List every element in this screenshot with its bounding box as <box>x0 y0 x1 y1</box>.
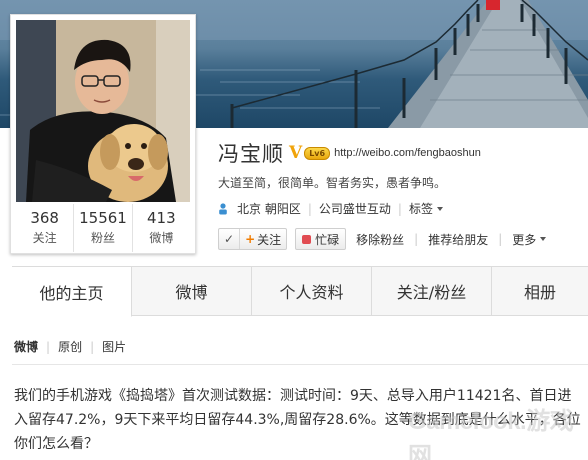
busy-button[interactable]: 忙碌 <box>295 228 347 250</box>
vip-level-badge[interactable]: Lv6 <box>304 146 331 160</box>
filter-all-weibo[interactable]: 微博 <box>14 338 38 355</box>
stat-fans-label: 粉丝 <box>90 231 115 245</box>
tab-follow-fans[interactable]: 关注/粉丝 <box>372 267 492 315</box>
more-label: 更多 <box>512 232 537 247</box>
filter-divider: | <box>46 339 51 354</box>
profile-url-link[interactable]: http://weibo.com/fengbaoshun <box>334 147 481 159</box>
recommend-link[interactable]: 推荐给朋友 <box>428 231 488 248</box>
tab-album[interactable]: 相册 <box>492 267 588 315</box>
busy-status-icon <box>302 234 312 244</box>
verified-icon[interactable]: V <box>289 143 302 163</box>
profile-card: 368 关注 15561 粉丝 413 微博 <box>10 14 196 254</box>
tab-weibo[interactable]: 微博 <box>132 267 252 315</box>
busy-label: 忙碌 <box>315 232 340 247</box>
feed-filter: 微博 | 原创 | 图片 <box>14 338 126 355</box>
avatar-photo <box>16 20 190 202</box>
stat-weibo-label: 微博 <box>149 231 174 245</box>
tags-dropdown[interactable]: 标签 <box>409 200 443 217</box>
post-text: 我们的手机游戏《捣捣塔》首次测试数据：测试时间：9天、总导入用户11421名、首… <box>14 388 581 452</box>
follow-label: 关注 <box>257 232 282 247</box>
remove-fan-link[interactable]: 移除粉丝 <box>356 231 404 248</box>
filter-divider: | <box>90 339 95 354</box>
follow-button[interactable]: + 关注 <box>239 229 286 249</box>
action-divider: | <box>498 232 503 246</box>
chevron-down-icon <box>540 237 547 241</box>
tab-profile-info[interactable]: 个人资料 <box>252 267 372 315</box>
filter-original[interactable]: 原创 <box>58 338 82 355</box>
profile-stats: 368 关注 15561 粉丝 413 微博 <box>16 204 190 252</box>
profile-actions: ✓ + 关注 忙碌 移除粉丝 | 推荐给朋友 | 更多 <box>218 228 547 250</box>
chevron-down-icon <box>436 206 443 211</box>
plus-icon: + <box>245 232 256 246</box>
stat-weibo-count: 413 <box>147 209 176 227</box>
stat-following-label: 关注 <box>32 231 57 245</box>
stat-following[interactable]: 368 关注 <box>16 204 75 252</box>
filter-images[interactable]: 图片 <box>102 338 126 355</box>
stat-fans-count: 15561 <box>79 209 127 227</box>
stat-weibo[interactable]: 413 微博 <box>133 204 190 252</box>
profile-tabs: 他的主页 微博 个人资料 关注/粉丝 相册 <box>12 266 588 317</box>
feed-divider <box>12 364 588 365</box>
map-pin-icon <box>219 202 227 214</box>
more-dropdown[interactable]: 更多 <box>512 231 547 248</box>
profile-name: 冯宝顺 <box>218 142 284 166</box>
profile-meta: 北京 朝阳区 | 公司盛世互动 | 标签 <box>218 200 443 217</box>
profile-company[interactable]: 公司盛世互动 <box>319 200 391 217</box>
action-divider: | <box>414 232 419 246</box>
stat-following-count: 368 <box>30 209 59 227</box>
meta-divider: | <box>307 201 312 216</box>
tags-label: 标签 <box>408 202 433 216</box>
meta-divider: | <box>397 201 402 216</box>
profile-name-row: 冯宝顺 V Lv6 http://weibo.com/fengbaoshun <box>218 140 481 166</box>
profile-bio: 大道至简，很简单。智者务实，愚者争鸣。 <box>218 176 447 190</box>
follow-status-button[interactable]: ✓ + 关注 <box>218 228 288 250</box>
stat-fans[interactable]: 15561 粉丝 <box>74 204 133 252</box>
profile-location[interactable]: 北京 朝阳区 <box>237 200 301 217</box>
tab-home[interactable]: 他的主页 <box>12 267 132 317</box>
avatar[interactable] <box>16 20 190 202</box>
check-icon[interactable]: ✓ <box>219 229 239 249</box>
